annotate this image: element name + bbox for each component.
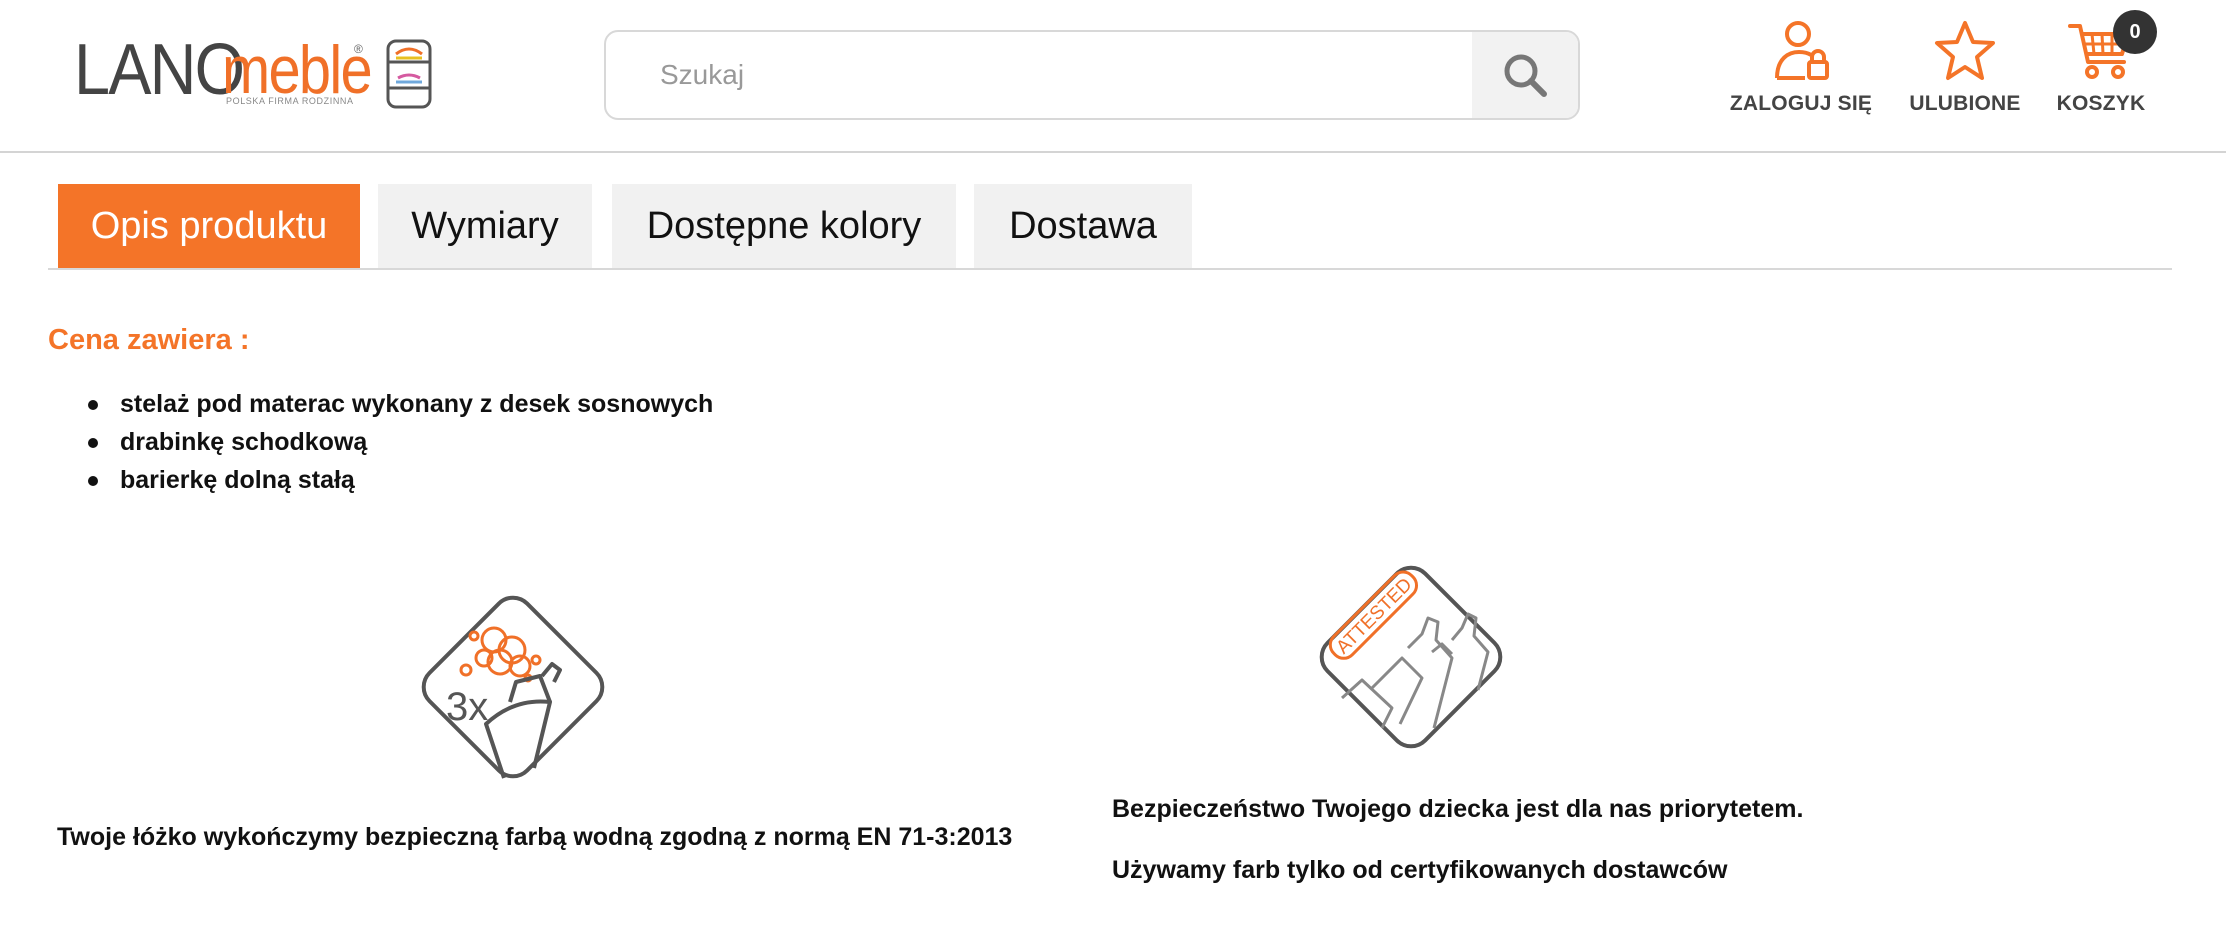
logo-wordmark: LANO meble ® POLSKA FIRMA RODZINNA (74, 30, 373, 114)
cart-link[interactable]: 0 KOSZYK (2055, 10, 2157, 116)
feature-certified-text: Używamy farb tylko od certyfikowanych do… (1112, 856, 1728, 884)
search-button[interactable] (1472, 32, 1578, 118)
spray-paint-3x-icon: 3x (421, 595, 605, 779)
product-tabs: Opis produktu Wymiary Dostępne kolory Do… (48, 184, 2172, 270)
logo-brand-main: LANO (74, 30, 245, 110)
list-item: barierkę dolną stałą (88, 461, 713, 499)
login-link[interactable]: ZALOGUJ SIĘ (1729, 20, 1873, 116)
tab-dimensions[interactable]: Wymiary (378, 184, 592, 268)
tab-product-description[interactable]: Opis produktu (58, 184, 360, 268)
site-logo[interactable]: LANO meble ® POLSKA FIRMA RODZINNA (74, 30, 432, 114)
feature-paint-text: Twoje łóżko wykończymy bezpieczną farbą … (57, 823, 1013, 851)
bunk-bed-icon (386, 39, 432, 109)
attested-label: ATTESTED (1332, 574, 1416, 658)
logo-tagline: POLSKA FIRMA RODZINNA (226, 96, 354, 106)
search-icon (1504, 54, 1547, 97)
search-input[interactable] (606, 32, 1472, 118)
login-label: ZALOGUJ SIĘ (1729, 92, 1873, 115)
spray-3x-label: 3x (446, 685, 488, 729)
cart-label: KOSZYK (2056, 92, 2146, 115)
search-bar (604, 30, 1580, 120)
price-includes-heading: Cena zawiera : (48, 324, 250, 356)
logo-registered-mark: ® (354, 42, 363, 56)
favorites-label: ULUBIONE (1909, 92, 2021, 115)
price-includes-list: stelaż pod materac wykonany z desek sosn… (88, 385, 713, 499)
list-item: drabinkę schodkową (88, 423, 713, 461)
tab-available-colors[interactable]: Dostępne kolory (612, 184, 956, 268)
list-item: stelaż pod materac wykonany z desek sosn… (88, 385, 713, 423)
cart-count-badge: 0 (2113, 10, 2157, 54)
feature-safety-text: Bezpieczeństwo Twojego dziecka jest dla … (1112, 795, 1804, 823)
attested-paint-icon: ATTESTED (1319, 565, 1503, 749)
star-icon (1935, 21, 1995, 80)
favorites-link[interactable]: ULUBIONE (1905, 20, 2025, 116)
site-header: LANO meble ® POLSKA FIRMA RODZINNA Szuka… (0, 0, 2226, 153)
tab-delivery[interactable]: Dostawa (974, 184, 1192, 268)
user-lock-icon (1775, 21, 1829, 80)
